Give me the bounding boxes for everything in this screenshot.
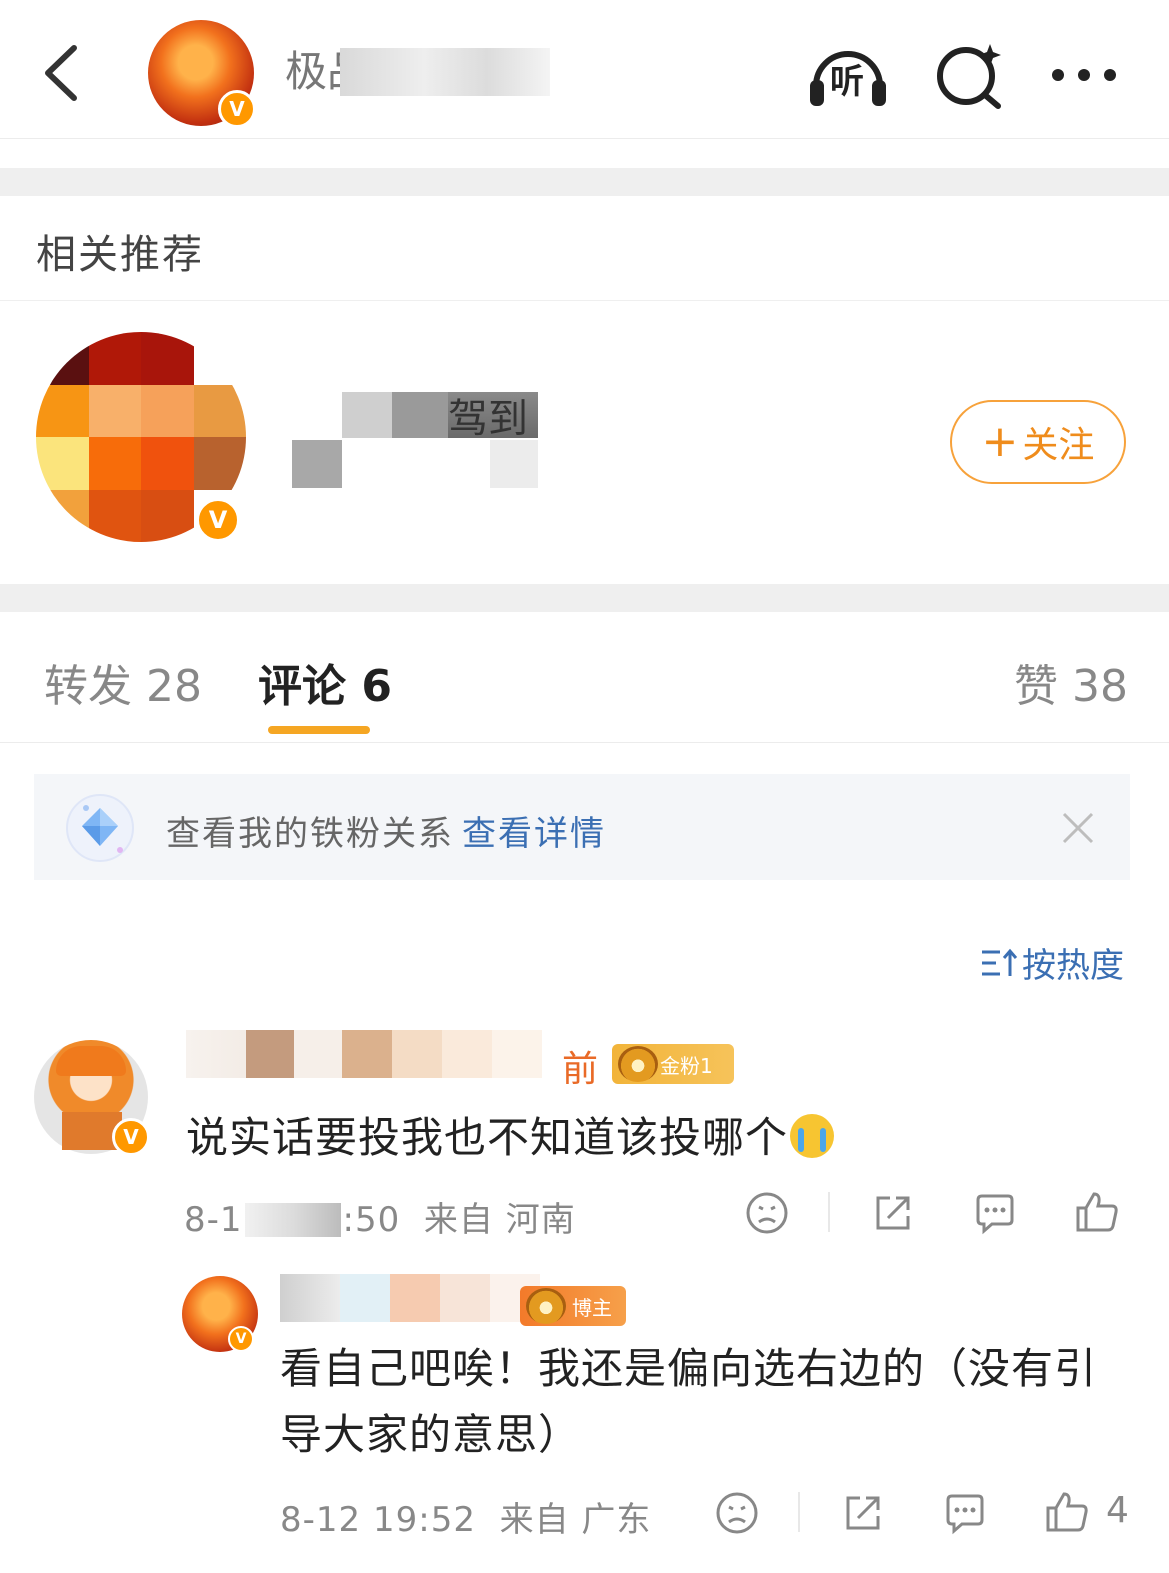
comment-location: 来自 河南 bbox=[423, 1200, 576, 1240]
author-name-title[interactable]: 极品 bbox=[285, 46, 550, 98]
sort-by-hot-button[interactable]: 按热度 bbox=[980, 938, 1124, 987]
like-thumb-icon[interactable] bbox=[1074, 1188, 1120, 1234]
active-tab-indicator bbox=[268, 726, 370, 734]
comment-text: 说实话要投我也不知道该投哪个 bbox=[186, 1104, 835, 1165]
share-icon[interactable] bbox=[870, 1190, 916, 1236]
verified-badge-icon: V bbox=[196, 498, 240, 542]
sort-icon bbox=[982, 948, 1018, 976]
comment-text-content: 说实话要投我也不知道该投哪个 bbox=[186, 1113, 789, 1162]
close-icon[interactable] bbox=[1058, 808, 1098, 848]
reply-meta: 8-12 19:52 来自 广东 bbox=[280, 1492, 651, 1541]
follow-label: 关注 bbox=[1022, 425, 1095, 466]
listen-button[interactable]: 听 bbox=[806, 40, 890, 110]
crown-icon bbox=[526, 1288, 566, 1324]
sort-label: 按热度 bbox=[1022, 946, 1124, 986]
view-details-link[interactable]: 查看详情 bbox=[462, 806, 606, 855]
reply-text: 看自己吧唉！我还是偏向选右边的（没有引 导大家的意思） bbox=[280, 1336, 1140, 1468]
author-badge-label: 博主 bbox=[572, 1295, 612, 1320]
listen-label: 听 bbox=[830, 62, 864, 102]
divider bbox=[0, 300, 1169, 301]
commenter-name-visible: 前 bbox=[562, 1049, 599, 1090]
fan-banner-text: 查看我的铁粉关系 bbox=[166, 814, 454, 854]
reply-location: 来自 广东 bbox=[499, 1500, 652, 1540]
section-divider bbox=[0, 584, 1169, 612]
related-section-title: 相关推荐 bbox=[36, 232, 204, 278]
blurred-time-region bbox=[244, 1203, 341, 1237]
tab-comments[interactable]: 评论 6 bbox=[258, 650, 392, 714]
diamond-icon bbox=[66, 794, 134, 862]
follow-button[interactable]: + 关注 bbox=[950, 400, 1126, 484]
divider bbox=[798, 1492, 800, 1532]
crying-emoji-icon bbox=[790, 1114, 835, 1158]
author-badge: 博主 bbox=[520, 1286, 626, 1326]
commenter-name[interactable] bbox=[186, 1030, 542, 1078]
gold-fan-badge: 金粉1 bbox=[612, 1044, 734, 1084]
recommended-account-name-visible: 驾到 bbox=[448, 396, 528, 442]
reply-comment-icon[interactable] bbox=[972, 1190, 1018, 1236]
tab-reposts[interactable]: 转发 28 bbox=[44, 650, 202, 714]
back-chevron-icon[interactable] bbox=[38, 42, 88, 104]
like-thumb-icon[interactable] bbox=[1044, 1488, 1090, 1534]
reply-time: 8-12 19:52 bbox=[280, 1500, 476, 1540]
plus-icon: + bbox=[981, 416, 1019, 467]
divider bbox=[828, 1192, 830, 1232]
search-sparkle-icon[interactable] bbox=[930, 40, 1014, 110]
comment-meta: 8-1 :50 来自 河南 bbox=[184, 1192, 576, 1241]
gold-fan-label: 金粉1 bbox=[660, 1053, 713, 1078]
tab-likes[interactable]: 赞 38 bbox=[1014, 650, 1128, 714]
verified-badge-icon: V bbox=[218, 90, 256, 128]
verified-badge-icon: V bbox=[228, 1326, 254, 1352]
verified-badge-icon: V bbox=[112, 1118, 150, 1156]
dislike-face-icon[interactable] bbox=[744, 1190, 790, 1236]
reply-comment-icon[interactable] bbox=[942, 1490, 988, 1536]
comment-time-visible: 8-1 bbox=[184, 1200, 243, 1240]
author-reply-name[interactable] bbox=[280, 1274, 540, 1322]
reply-like-count: 4 bbox=[1106, 1490, 1129, 1531]
divider bbox=[0, 742, 1169, 743]
share-icon[interactable] bbox=[840, 1490, 886, 1536]
blurred-name-region bbox=[340, 48, 550, 96]
crown-icon bbox=[618, 1046, 658, 1082]
more-dots-icon[interactable] bbox=[1046, 40, 1130, 110]
comment-time-suffix: :50 bbox=[342, 1200, 401, 1240]
reply-text-line1: 看自己吧唉！我还是偏向选右边的（没有引 bbox=[280, 1344, 1098, 1393]
dislike-face-icon[interactable] bbox=[714, 1490, 760, 1536]
reply-text-line2: 导大家的意思） bbox=[280, 1410, 582, 1459]
recommended-account-name[interactable]: 驾到 bbox=[292, 386, 542, 492]
section-divider bbox=[0, 168, 1169, 196]
